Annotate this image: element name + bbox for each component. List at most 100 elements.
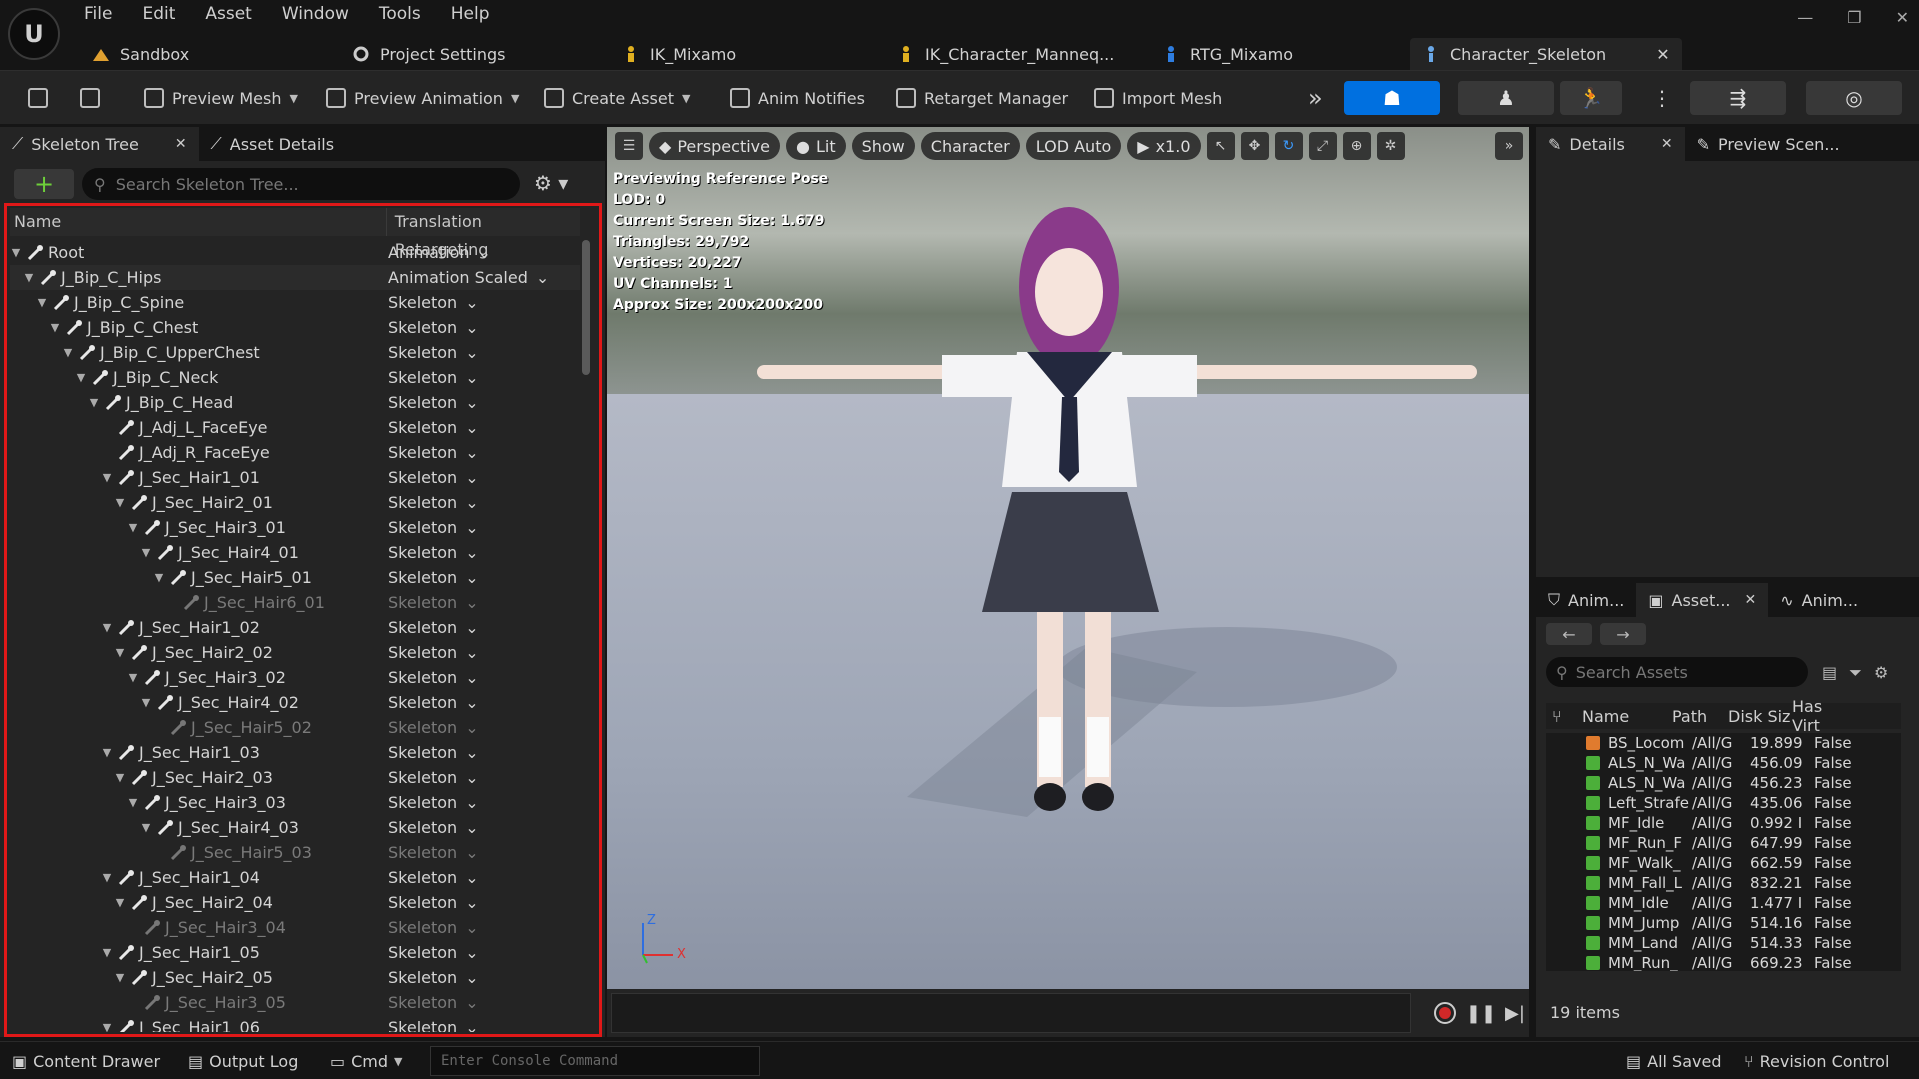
console-input[interactable]: Enter Console Command xyxy=(430,1046,760,1076)
expand-arrow-icon[interactable]: ▼ xyxy=(75,371,87,384)
expand-arrow-icon[interactable]: ▼ xyxy=(62,346,74,359)
expand-arrow-icon[interactable]: ▼ xyxy=(114,971,126,984)
tab-preview-scene[interactable]: ✎ Preview Scen... xyxy=(1685,127,1852,161)
restore-icon[interactable]: ❐ xyxy=(1847,8,1861,27)
folder-view-icon[interactable]: ▤ xyxy=(1822,663,1837,683)
retarget-mode-dropdown[interactable]: Skeleton ⌄ xyxy=(388,968,479,987)
bone-row[interactable]: ▼ J_Sec_Hair1_05 Skeleton ⌄ xyxy=(10,940,580,965)
scrollbar-thumb[interactable] xyxy=(582,240,590,375)
retarget-mode-dropdown[interactable]: Skeleton ⌄ xyxy=(388,893,479,912)
retarget-mode-dropdown[interactable]: Skeleton ⌄ xyxy=(388,668,479,687)
retarget-mode-dropdown[interactable]: Skeleton ⌄ xyxy=(388,493,479,512)
bone-row[interactable]: ▼ J_Sec_Hair3_01 Skeleton ⌄ xyxy=(10,515,580,540)
col-name[interactable]: Name xyxy=(1582,707,1672,726)
col-translation-retargeting[interactable]: Translation Retargeting xyxy=(387,208,580,259)
save-button[interactable] xyxy=(20,81,56,115)
bone-row[interactable]: ▼ J_Sec_Hair1_04 Skeleton ⌄ xyxy=(10,865,580,890)
skeleton-search-input[interactable]: ⚲ Search Skeleton Tree... xyxy=(82,168,520,200)
bone-row[interactable]: ▼ J_Sec_Hair3_02 Skeleton ⌄ xyxy=(10,665,580,690)
unreal-logo-icon[interactable]: U xyxy=(8,8,60,60)
bone-row[interactable]: ▼ Root Animation ⌄ xyxy=(10,240,580,265)
tab-skeleton-tree[interactable]: ⟋ Skeleton Tree ✕ xyxy=(0,127,199,161)
bone-row[interactable]: ▼ J_Sec_Hair1_02 Skeleton ⌄ xyxy=(10,615,580,640)
expand-arrow-icon[interactable]: ▼ xyxy=(114,771,126,784)
bone-row[interactable]: ▼ J_Bip_C_UpperChest Skeleton ⌄ xyxy=(10,340,580,365)
tab-anim-2[interactable]: ∿ Anim... xyxy=(1768,583,1870,617)
retarget-mode-dropdown[interactable]: Skeleton ⌄ xyxy=(388,643,479,662)
rotate-tool-icon[interactable]: ↻ xyxy=(1274,132,1303,160)
more-tools-icon[interactable]: » xyxy=(1300,81,1331,115)
add-socket-button[interactable]: + xyxy=(14,169,74,199)
bone-row[interactable]: ▼ J_Sec_Hair4_03 Skeleton ⌄ xyxy=(10,815,580,840)
bone-row[interactable]: J_Sec_Hair3_05 Skeleton ⌄ xyxy=(10,990,580,1015)
playback-speed-button[interactable]: ▶ x1.0 xyxy=(1127,132,1201,160)
show-button[interactable]: Show xyxy=(851,132,915,160)
bone-row[interactable]: ▼ J_Sec_Hair1_01 Skeleton ⌄ xyxy=(10,465,580,490)
retarget-mode-dropdown[interactable]: Skeleton ⌄ xyxy=(388,418,479,437)
forward-arrow-icon[interactable]: → xyxy=(1600,623,1646,645)
pause-button[interactable]: ❚❚ xyxy=(1466,1001,1496,1025)
bone-row[interactable]: ▼ J_Sec_Hair2_01 Skeleton ⌄ xyxy=(10,490,580,515)
retarget-mode-dropdown[interactable]: Skeleton ⌄ xyxy=(388,793,479,812)
settings-gear-icon[interactable]: ⚙ xyxy=(1874,663,1888,683)
expand-arrow-icon[interactable]: ▼ xyxy=(140,696,152,709)
tab-sandbox[interactable]: Sandbox xyxy=(80,38,201,70)
asset-row[interactable]: MM_Land/All/G 514.33 False xyxy=(1546,933,1901,953)
bone-row[interactable]: J_Sec_Hair6_01 Skeleton ⌄ xyxy=(10,590,580,615)
menu-asset[interactable]: Asset xyxy=(205,4,251,24)
asset-row[interactable]: MM_Jump/All/G 514.16 False xyxy=(1546,913,1901,933)
close-tab-icon[interactable]: ✕ xyxy=(1656,45,1669,64)
output-log-button[interactable]: ▤ Output Log xyxy=(188,1048,298,1074)
expand-arrow-icon[interactable]: ▼ xyxy=(114,496,126,509)
retarget-mode-dropdown[interactable]: Skeleton ⌄ xyxy=(388,868,479,887)
bone-display-icon[interactable]: ✲ xyxy=(1376,132,1405,160)
retarget-mode-dropdown[interactable]: Skeleton ⌄ xyxy=(388,293,479,312)
tree-scrollbar[interactable] xyxy=(582,240,590,1032)
retarget-mode-dropdown[interactable]: Skeleton ⌄ xyxy=(388,593,479,612)
retarget-mode-dropdown[interactable]: Skeleton ⌄ xyxy=(388,393,479,412)
asset-row[interactable]: Left_Strafe/All/G 435.06 False xyxy=(1546,793,1901,813)
preview-viewport[interactable]: ☰ ◆ Perspective ● Lit Show Character LOD A… xyxy=(607,127,1529,989)
bone-row[interactable]: J_Sec_Hair5_03 Skeleton ⌄ xyxy=(10,840,580,865)
expand-arrow-icon[interactable]: ▼ xyxy=(114,646,126,659)
revision-control-button[interactable]: ⑂ Revision Control xyxy=(1744,1048,1889,1074)
expand-arrow-icon[interactable]: ▼ xyxy=(101,746,113,759)
save-all-button[interactable]: ▤ All Saved xyxy=(1626,1048,1721,1074)
expand-arrow-icon[interactable]: ▼ xyxy=(49,321,61,334)
bone-row[interactable]: ▼ J_Sec_Hair2_05 Skeleton ⌄ xyxy=(10,965,580,990)
retarget-mode-dropdown[interactable]: Skeleton ⌄ xyxy=(388,468,479,487)
retarget-mode-dropdown[interactable]: Skeleton ⌄ xyxy=(388,1018,479,1032)
col-has-virtual[interactable]: Has Virt xyxy=(1792,697,1852,735)
bone-row[interactable]: ▼ J_Sec_Hair1_03 Skeleton ⌄ xyxy=(10,740,580,765)
retarget-mode-dropdown[interactable]: Skeleton ⌄ xyxy=(388,443,479,462)
content-drawer-button[interactable]: ▣ Content Drawer xyxy=(12,1048,160,1074)
asset-row[interactable]: MM_Run_ /All/G 669.23 False xyxy=(1546,953,1901,971)
menu-edit[interactable]: Edit xyxy=(142,4,175,24)
asset-row[interactable]: MF_Run_F/All/G 647.99 False xyxy=(1546,833,1901,853)
blueprint-mode-button[interactable]: ⇶ xyxy=(1690,81,1786,115)
translate-tool-icon[interactable]: ✥ xyxy=(1240,132,1269,160)
bone-row[interactable]: J_Sec_Hair5_02 Skeleton ⌄ xyxy=(10,715,580,740)
expand-arrow-icon[interactable]: ▼ xyxy=(88,396,100,409)
preview-animation-button[interactable]: Preview Animation ▼ xyxy=(318,81,527,115)
skeleton-mode-button[interactable]: ☗ xyxy=(1344,81,1440,115)
perspective-button[interactable]: ◆ Perspective xyxy=(649,132,780,160)
asset-row[interactable]: MF_Walk_ /All/G 662.59 False xyxy=(1546,853,1901,873)
bone-row[interactable]: ▼ J_Bip_C_Hips Animation Scaled ⌄ xyxy=(10,265,580,290)
retarget-mode-dropdown[interactable]: Animation ⌄ xyxy=(388,243,491,262)
retarget-mode-dropdown[interactable]: Skeleton ⌄ xyxy=(388,318,479,337)
browse-button[interactable] xyxy=(72,81,108,115)
animation-mode-button[interactable]: 🏃 xyxy=(1560,81,1622,115)
tab-project-settings[interactable]: Project Settings xyxy=(340,38,517,70)
retarget-mode-dropdown[interactable]: Skeleton ⌄ xyxy=(388,568,479,587)
expand-arrow-icon[interactable]: ▼ xyxy=(101,621,113,634)
tab-asset-details[interactable]: ⟋ Asset Details xyxy=(199,127,347,161)
create-asset-button[interactable]: Create Asset ▼ xyxy=(536,81,698,115)
bone-row[interactable]: ▼ J_Sec_Hair2_02 Skeleton ⌄ xyxy=(10,640,580,665)
col-disk-size[interactable]: Disk Siz xyxy=(1728,707,1792,726)
bone-row[interactable]: ▼ J_Bip_C_Spine Skeleton ⌄ xyxy=(10,290,580,315)
retarget-mode-dropdown[interactable]: Skeleton ⌄ xyxy=(388,943,479,962)
bone-row[interactable]: ▼ J_Sec_Hair3_03 Skeleton ⌄ xyxy=(10,790,580,815)
retarget-mode-dropdown[interactable]: Skeleton ⌄ xyxy=(388,743,479,762)
tab-anim-1[interactable]: ⛉ Anim... xyxy=(1536,583,1636,617)
